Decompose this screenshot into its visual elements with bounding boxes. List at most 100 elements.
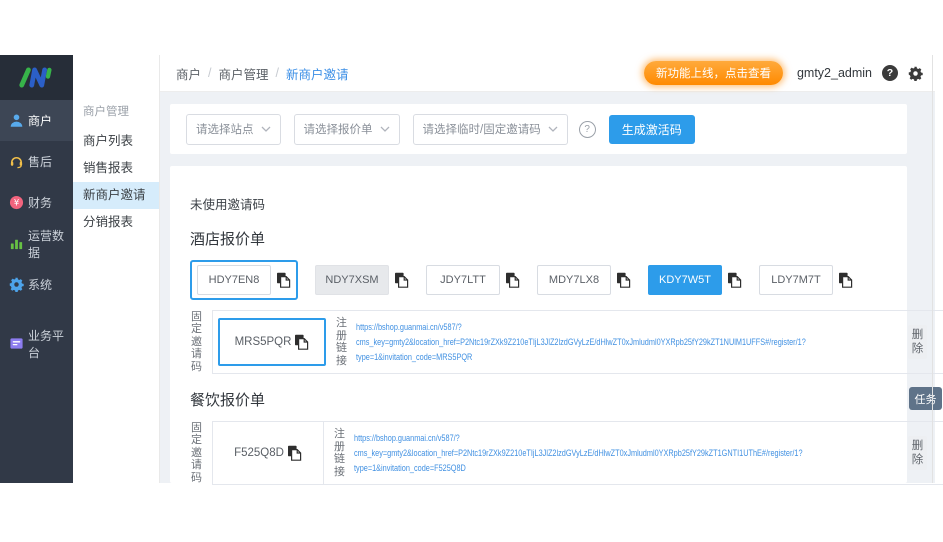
sidebar-item-finance[interactable]: ¥ 财务 <box>0 182 73 223</box>
breadcrumb: 商户 / 商户管理 / 新商户邀请 <box>176 64 349 83</box>
chevron-down-icon <box>261 126 270 132</box>
hotel-code-chips: HDY7EN8 NDY7XSM JDY7LTT MDY7LX8 KDY7W5T … <box>190 260 893 300</box>
top-bar: 商户 / 商户管理 / 新商户邀请 新功能上线，点击查看 gmty2_admin… <box>160 55 935 92</box>
copy-icon[interactable] <box>838 272 853 288</box>
submenu-item-distribution-report[interactable]: 分销报表 <box>73 209 159 236</box>
submenu-header: 商户管理 <box>83 106 129 118</box>
submenu-item-new-merchant-invite[interactable]: 新商户邀请 <box>73 182 159 209</box>
url-line: cms_key=gmty2&location_href=P2Ntc19rZXk9… <box>356 336 806 348</box>
sidebar-item-label: 系统 <box>28 278 53 292</box>
copy-icon[interactable] <box>727 272 742 288</box>
invite-code-chip: NDY7XSM <box>315 265 409 295</box>
breadcrumb-separator: / <box>208 66 212 80</box>
settings-gear-icon[interactable] <box>908 66 923 81</box>
site-select[interactable]: 请选择站点 <box>186 113 281 145</box>
sidebar-item-business-platform[interactable]: 业务平台 <box>0 323 73 364</box>
register-link-label: 注册链接 <box>336 317 347 367</box>
chevron-down-icon <box>548 126 558 132</box>
invite-codes-card: 未使用邀请码 酒店报价单 HDY7EN8 NDY7XSM JDY7LTT MDY… <box>170 166 943 485</box>
chevron-down-icon <box>380 126 389 132</box>
gear-icon <box>8 277 24 293</box>
breadcrumb-merchant-management[interactable]: 商户管理 <box>219 64 269 83</box>
copy-icon[interactable] <box>616 272 631 288</box>
quote-select[interactable]: 请选择报价单 <box>293 113 400 145</box>
breadcrumb-separator: / <box>275 66 279 80</box>
scrollbar[interactable] <box>932 55 933 483</box>
sidebar-item-label: 运营数据 <box>28 228 65 260</box>
question-circle-icon[interactable]: ? <box>578 120 596 138</box>
delete-button[interactable]: 删除 <box>908 436 927 470</box>
topbar-right: 新功能上线，点击查看 gmty2_admin ? <box>643 61 923 85</box>
invite-code[interactable]: NDY7XSM <box>315 265 389 295</box>
invite-code[interactable]: JDY7LTT <box>426 265 500 295</box>
hotel-quote-title: 酒店报价单 <box>190 231 266 248</box>
fixed-code-cell: F525Q8D <box>213 422 324 484</box>
catering-quote-title: 餐饮报价单 <box>190 392 266 409</box>
invite-code[interactable]: HDY7EN8 <box>197 265 271 295</box>
headset-icon <box>8 154 24 170</box>
copy-icon[interactable] <box>394 272 409 288</box>
quote-select-placeholder: 请选择报价单 <box>303 124 373 136</box>
username[interactable]: gmty2_admin <box>797 66 872 80</box>
submenu-item-merchant-list[interactable]: 商户列表 <box>73 128 159 155</box>
invite-code[interactable]: MDY7LX8 <box>537 265 611 295</box>
url-line: https://bshop.guanmai.cn/v587/? <box>356 321 462 333</box>
breadcrumb-current: 新商户邀请 <box>286 67 349 82</box>
url-line: cms_key=gmty2&location_href=P2Ntc19rZXk9… <box>354 447 803 459</box>
code-type-select[interactable]: 请选择临时/固定邀请码 <box>412 113 568 145</box>
sidebar-item-operations-data[interactable]: 运营数据 <box>0 223 73 264</box>
fixed-code-box: MRS5PQR 注册链接 https://bshop.guanmai.cn/v5… <box>212 310 943 374</box>
fixed-code-value: MRS5PQR <box>234 336 292 348</box>
task-tab[interactable]: 任务 <box>909 387 942 410</box>
invite-code-chip-selected: HDY7EN8 <box>190 260 298 300</box>
platform-icon <box>8 336 24 352</box>
main-region: 商户 / 商户管理 / 新商户邀请 新功能上线，点击查看 gmty2_admin… <box>160 55 943 485</box>
help-icon[interactable]: ? <box>882 65 898 81</box>
copy-icon[interactable] <box>276 272 291 288</box>
sidebar-item-label: 财务 <box>28 196 53 210</box>
invite-code-chip: MDY7LX8 <box>537 265 631 295</box>
url-line: https://bshop.guanmai.cn/v587/? <box>354 432 460 444</box>
register-link: https://bshop.guanmai.cn/v587/? cms_key=… <box>356 320 943 365</box>
generate-code-button[interactable]: 生成激活码 <box>608 114 695 144</box>
copy-icon[interactable] <box>287 445 302 461</box>
submenu-item-sales-report[interactable]: 销售报表 <box>73 155 159 182</box>
sidebar-item-label: 业务平台 <box>28 328 65 360</box>
register-link: https://bshop.guanmai.cn/v587/? cms_key=… <box>354 431 943 476</box>
merchant-person-icon <box>8 113 24 129</box>
delete-button[interactable]: 删除 <box>908 325 927 359</box>
sidebar-item-aftersales[interactable]: 售后 <box>0 141 73 182</box>
primary-nav: 商户 售后 ¥ 财务 运营数据 系统 业务平台 <box>0 100 73 364</box>
url-line: type=1&invitation_code=F525Q8D <box>354 462 466 474</box>
unused-codes-title: 未使用邀请码 <box>190 198 266 212</box>
sidebar-item-system[interactable]: 系统 <box>0 264 73 305</box>
invite-code-chip: HDY7EN8 <box>197 265 291 295</box>
fixed-code-cell: MRS5PQR <box>218 318 326 366</box>
primary-sidebar: 商户 售后 ¥ 财务 运营数据 系统 业务平台 <box>0 55 73 483</box>
app-logo[interactable] <box>0 55 73 100</box>
new-feature-badge[interactable]: 新功能上线，点击查看 <box>643 61 783 85</box>
logo-icon <box>18 67 52 88</box>
invite-code[interactable]: LDY7M7T <box>759 265 833 295</box>
invite-code-chip: KDY7W5T <box>648 265 742 295</box>
filter-card: 请选择站点 请选择报价单 请选择临时/固定邀请码 ? 生成激活码 <box>170 104 907 154</box>
fixed-code-label: 固定邀请码 <box>191 421 202 484</box>
copy-icon[interactable] <box>505 272 520 288</box>
hotel-fixed-code-row: 固定邀请码 MRS5PQR 注册链接 https://bshop.guanmai… <box>190 310 943 374</box>
register-link-label: 注册链接 <box>334 428 345 478</box>
fixed-code-box: F525Q8D 注册链接 https://bshop.guanmai.cn/v5… <box>212 421 943 485</box>
svg-text:¥: ¥ <box>13 198 19 208</box>
register-link-text[interactable]: https://bshop.guanmai.cn/v587/? cms_key=… <box>354 431 833 476</box>
screenshot-canvas: 商户 售后 ¥ 财务 运营数据 系统 业务平台 商户管理 商户列表 销售报表 新… <box>0 0 943 542</box>
invite-code[interactable]: KDY7W5T <box>648 265 722 295</box>
invite-code-chip: LDY7M7T <box>759 265 853 295</box>
sidebar-item-label: 售后 <box>28 155 53 169</box>
invite-code-chip: JDY7LTT <box>426 265 520 295</box>
fixed-code-label: 固定邀请码 <box>191 310 202 373</box>
fixed-code-value: F525Q8D <box>234 447 284 459</box>
register-link-text[interactable]: https://bshop.guanmai.cn/v587/? cms_key=… <box>356 320 835 365</box>
url-line: type=1&invitation_code=MRS5PQR <box>356 351 473 363</box>
breadcrumb-merchant[interactable]: 商户 <box>176 64 201 83</box>
sidebar-item-merchant[interactable]: 商户 <box>0 100 73 141</box>
copy-icon[interactable] <box>294 334 309 350</box>
